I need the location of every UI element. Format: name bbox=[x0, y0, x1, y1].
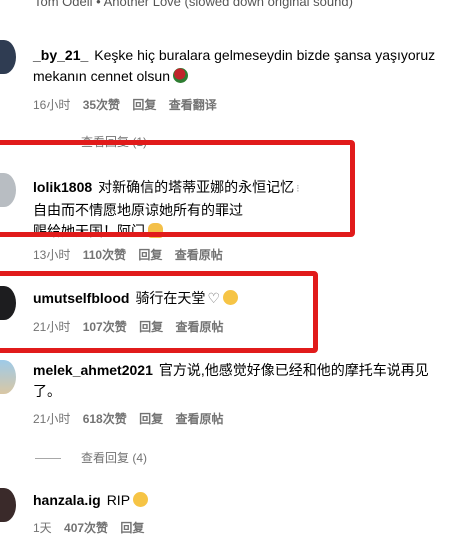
like-count[interactable]: 35次赞 bbox=[83, 98, 120, 112]
rose-icon bbox=[172, 68, 188, 83]
comment-time: 13小时 bbox=[33, 248, 71, 262]
comment-body: melek_ahmet2021 官方说,他感觉好像已经和他的摩托车说再见 了。 bbox=[33, 360, 459, 402]
comment-time: 1天 bbox=[33, 521, 52, 535]
comment-body: hanzala.ig RIP bbox=[33, 490, 459, 511]
comment-meta: 1天 407次赞 回复 bbox=[33, 519, 153, 536]
comment-time: 21小时 bbox=[33, 412, 71, 426]
reply-button[interactable]: 回复 bbox=[139, 412, 163, 426]
comment-time: 16小时 bbox=[33, 98, 71, 112]
reply-button[interactable]: 回复 bbox=[138, 248, 162, 262]
view-original-button[interactable]: 查看原帖 bbox=[175, 412, 223, 426]
like-count[interactable]: 618次赞 bbox=[83, 412, 127, 426]
comment-text: 官方说,他感觉好像已经和他的摩托车说再见 bbox=[158, 362, 429, 378]
audio-track-label[interactable]: Tom Odell • Another Love (slowed down or… bbox=[34, 0, 461, 10]
view-original-button[interactable]: 查看原帖 bbox=[175, 248, 223, 262]
highlight-box bbox=[0, 140, 355, 237]
view-replies-button[interactable]: 查看回复 (4) bbox=[35, 449, 147, 466]
comment-text: mekanın cennet olsun bbox=[33, 68, 170, 84]
comment-meta: 16小时 35次赞 回复 查看翻译 bbox=[33, 96, 226, 113]
like-count[interactable]: 407次赞 bbox=[64, 521, 108, 535]
comment-username[interactable]: hanzala.ig bbox=[33, 492, 101, 508]
comment-text: Keşke hiç buralara gelmeseydin bizde şan… bbox=[94, 47, 436, 63]
highlight-box bbox=[0, 271, 318, 353]
avatar[interactable] bbox=[0, 488, 16, 522]
comment-body: _by_21_ Keşke hiç buralara gelmeseydin bi… bbox=[33, 45, 459, 87]
see-translation-button[interactable]: 查看翻译 bbox=[169, 98, 217, 112]
reply-button[interactable]: 回复 bbox=[120, 521, 144, 535]
avatar[interactable] bbox=[0, 360, 16, 394]
comment-meta: 21小时 618次赞 回复 查看原帖 bbox=[33, 410, 232, 427]
comment-username[interactable]: _by_21_ bbox=[33, 47, 88, 63]
comment-meta: 13小时 110次赞 回复 查看原帖 bbox=[33, 246, 232, 263]
divider bbox=[35, 458, 61, 460]
reply-button[interactable]: 回复 bbox=[132, 98, 156, 112]
comment-username[interactable]: melek_ahmet2021 bbox=[33, 362, 153, 378]
avatar[interactable] bbox=[0, 40, 16, 74]
comment-text: RIP bbox=[106, 492, 131, 508]
like-count[interactable]: 110次赞 bbox=[83, 248, 126, 262]
comment-text: 了。 bbox=[33, 383, 61, 399]
sad-face-icon bbox=[133, 492, 149, 507]
